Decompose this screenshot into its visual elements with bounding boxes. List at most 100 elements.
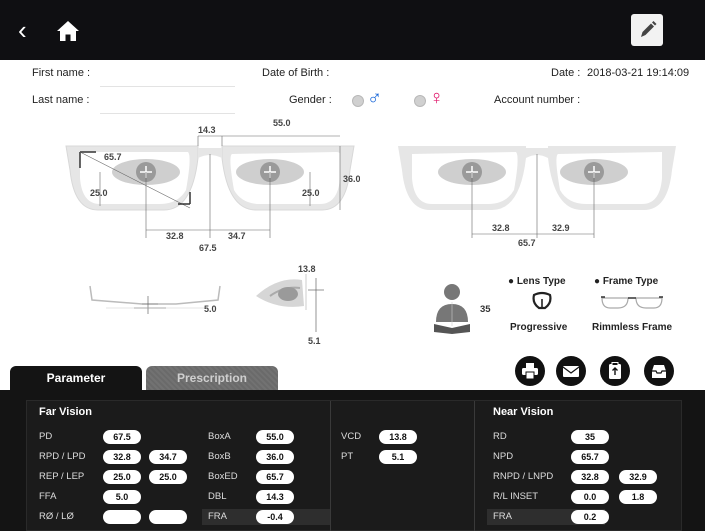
pd-value[interactable]: 67.5 [103,430,141,444]
printer-icon [522,363,538,380]
dim-left-height: 25.0 [90,188,108,198]
rnpd-value[interactable]: 32.8 [571,470,609,484]
near-dim-left-pd: 32.8 [492,223,510,233]
boxb-value[interactable]: 36.0 [256,450,294,464]
vcd-field[interactable]: 13.8 [379,430,417,444]
near-vision-title: Near Vision [493,406,554,418]
dob-label: Date of Birth : [262,67,330,79]
dim-right-height: 25.0 [302,188,320,198]
rd-label: RD [493,431,507,442]
rep-lep-label: REP / LEP [39,471,85,482]
wrap-value: 5.0 [204,304,217,314]
dim-total-pd: 67.5 [199,243,217,253]
vcd-value: 13.8 [298,264,316,274]
dim-frame-height: 36.0 [343,174,360,184]
l-diameter-value[interactable] [149,510,187,524]
far-vision-title: Far Vision [39,406,92,418]
lnpd-value[interactable]: 32.9 [619,470,657,484]
r-inset-value[interactable]: 0.0 [571,490,609,504]
lens-type-value: Progressive [510,322,568,333]
boxb-label: BoxB [208,451,231,462]
lep-value[interactable]: 25.0 [149,470,187,484]
tab-parameter[interactable]: Parameter [10,366,142,390]
last-name-label: Last name : [32,94,90,106]
progressive-lens-icon [532,291,552,310]
print-button[interactable] [515,356,545,386]
npd-value[interactable]: 65.7 [571,450,609,464]
gender-label: Gender : [289,94,332,106]
wrap-angle-diagram: 5.0 [89,285,221,314]
near-dim-right-pd: 32.9 [552,223,570,233]
fra-label: FRA [208,511,227,522]
r-diameter-value[interactable] [103,510,141,524]
ffa-label: FFA [39,491,57,502]
column-divider [474,401,475,531]
rpd-lpd-label: RPD / LPD [39,451,86,462]
frame-type-label: ● Frame Type [594,276,659,287]
rl-inset-label: R/L INSET [493,491,539,502]
frame-front-diagram: 14.3 55.0 65.7 25.0 25.0 36.0 32.8 34.7 … [65,118,360,253]
pd-label: PD [39,431,53,442]
inbox-icon [652,365,666,378]
first-name-label: First name : [32,67,91,79]
save-button[interactable] [644,356,674,386]
l-inset-value[interactable]: 1.8 [619,490,657,504]
gender-female-radio[interactable] [414,95,426,107]
boxed-value[interactable]: 65.7 [256,470,294,484]
dim-bridge: 14.3 [198,125,216,135]
male-icon: ♂ [367,87,382,109]
fra-value[interactable]: -0.4 [256,510,294,524]
column-divider [330,401,331,531]
rep-value[interactable]: 25.0 [103,470,141,484]
side-view-diagram: 13.8 5.1 [256,264,324,346]
near-fra-value[interactable]: 0.2 [571,510,609,524]
frame-near-diagram: 32.8 32.9 65.7 [398,146,676,248]
ffa-value[interactable]: 5.0 [103,490,141,504]
last-name-field[interactable] [100,113,235,114]
back-chevron-icon[interactable]: ‹ [18,16,40,44]
first-name-field[interactable] [100,86,235,87]
clipboard-icon [609,362,621,379]
pt-label: PT [341,451,354,462]
pencil-icon [641,21,657,37]
date-value: 2018-03-21 19:14:09 [587,67,690,79]
pt-field[interactable]: 5.1 [379,450,417,464]
envelope-icon [562,366,580,377]
top-bar: ‹ [0,0,705,60]
rl-diameter-label: RØ / LØ [39,511,74,522]
rnpd-lnpd-label: RNPD / LNPD [493,471,554,482]
rd-value[interactable]: 35 [571,430,609,444]
rimless-frame-icon [601,296,663,309]
dbl-value[interactable]: 14.3 [256,490,294,504]
female-icon: ♀ [429,87,444,109]
boxa-value[interactable]: 55.0 [256,430,294,444]
lens-type-dot-icon: ● [508,276,515,287]
near-fra-label: FRA [493,511,512,522]
rpd-value[interactable]: 32.8 [103,450,141,464]
dim-angle: 65.7 [104,152,122,162]
dim-lens-width: 55.0 [273,118,291,128]
export-button[interactable] [600,356,630,386]
boxed-label: BoxED [208,471,238,482]
dbl-label: DBL [208,491,227,502]
lens-type-label: ● Lens Type [508,276,566,287]
npd-label: NPD [493,451,514,462]
near-dim-total-pd: 65.7 [518,238,536,248]
dim-left-pd: 32.8 [166,231,184,241]
lpd-value[interactable]: 34.7 [149,450,187,464]
pantoscopic-value: 5.1 [308,336,321,346]
tab-prescription[interactable]: Prescription [146,366,278,390]
email-button[interactable] [556,356,586,386]
date-label: Date : [551,67,581,79]
edit-button[interactable] [631,14,663,46]
parameter-panel: Far Vision PD 67.5 RPD / LPD 32.8 34.7 R… [0,390,705,531]
frame-type-value: Rimmless Frame [592,322,673,333]
home-icon[interactable] [56,20,80,42]
frame-type-dot-icon: ● [594,276,601,287]
gender-male-radio[interactable] [352,95,364,107]
boxa-label: BoxA [208,431,231,442]
account-number-label: Account number : [494,94,581,106]
vcd-label: VCD [341,431,362,442]
reading-person-icon [434,284,470,334]
parameter-table: Far Vision PD 67.5 RPD / LPD 32.8 34.7 R… [26,400,682,531]
